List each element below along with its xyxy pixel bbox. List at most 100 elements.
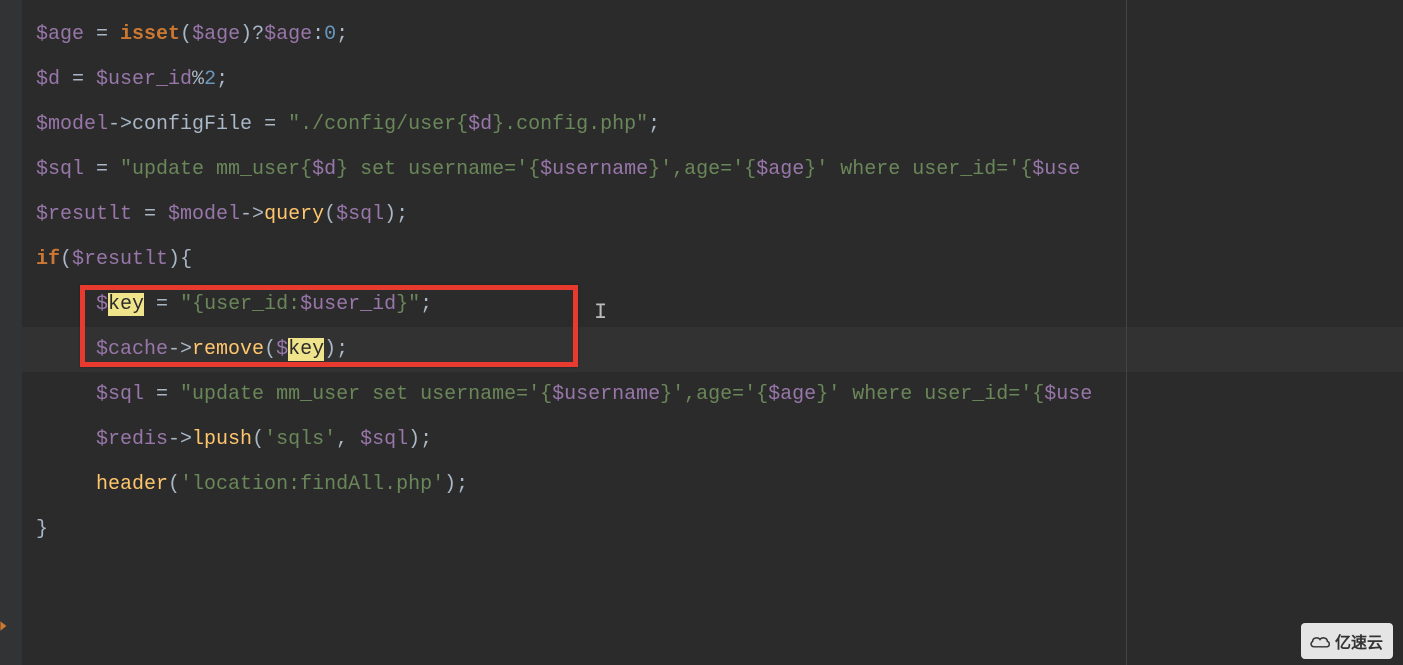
operator-token: ? <box>252 23 264 46</box>
comma-token: , <box>336 428 360 451</box>
operator-token: = <box>144 383 180 406</box>
paren-token: ) <box>408 428 420 451</box>
string-token: }.config.php" <box>492 113 648 136</box>
variable-token: $age <box>36 23 84 46</box>
variable-token: $age <box>756 158 804 181</box>
function-token: remove <box>192 338 264 361</box>
variable-token: $use <box>1032 158 1080 181</box>
arrow-token: -> <box>108 113 132 136</box>
highlighted-token: key <box>288 338 324 361</box>
semicolon-token: ; <box>648 113 660 136</box>
fold-arrow-icon[interactable] <box>0 619 11 633</box>
code-area[interactable]: $age = isset($age)?$age:0; $d = $user_id… <box>22 0 1403 665</box>
operator-token: = <box>60 68 96 91</box>
paren-token: ) <box>324 338 336 361</box>
watermark-text: 亿速云 <box>1335 635 1383 652</box>
function-token: query <box>264 203 324 226</box>
code-line[interactable]: $sql = "update mm_user set username='{$u… <box>22 372 1403 417</box>
variable-token: $cache <box>96 338 168 361</box>
keyword-token: if <box>36 248 60 271</box>
variable-token: $resutlt <box>72 248 168 271</box>
code-line-current[interactable]: $cache->remove($key); <box>22 327 1403 372</box>
variable-token: $sql <box>360 428 408 451</box>
number-token: 0 <box>324 23 336 46</box>
variable-token: $ <box>276 338 288 361</box>
variable-token: $ <box>96 293 108 316</box>
variable-token: $age <box>768 383 816 406</box>
code-line[interactable]: $model->configFile = "./config/user{$d}.… <box>22 102 1403 147</box>
cloud-icon <box>1309 634 1331 648</box>
string-token: }',age='{ <box>648 158 756 181</box>
variable-token: $username <box>540 158 648 181</box>
code-line[interactable]: $key = "{user_id:$user_id}"; I <box>22 282 1403 327</box>
operator-token: : <box>312 23 324 46</box>
variable-token: $d <box>36 68 60 91</box>
arrow-token: -> <box>168 428 192 451</box>
variable-token: $sql <box>36 158 84 181</box>
brace-token: } <box>36 518 48 541</box>
string-token: "update mm_user{ <box>120 158 312 181</box>
variable-token: $user_id <box>300 293 396 316</box>
code-editor[interactable]: $age = isset($age)?$age:0; $d = $user_id… <box>0 0 1403 665</box>
code-line[interactable]: if($resutlt){ <box>22 237 1403 282</box>
variable-token: $d <box>312 158 336 181</box>
string-token: }',age='{ <box>660 383 768 406</box>
code-line[interactable]: $resutlt = $model->query($sql); <box>22 192 1403 237</box>
semicolon-token: ; <box>456 473 468 496</box>
number-token: 2 <box>204 68 216 91</box>
arrow-token: -> <box>240 203 264 226</box>
semicolon-token: ; <box>396 203 408 226</box>
code-line[interactable]: $sql = "update mm_user{$d} set username=… <box>22 147 1403 192</box>
paren-token: ) <box>240 23 252 46</box>
operator-token: = <box>144 293 180 316</box>
string-token: "{user_id: <box>180 293 300 316</box>
arrow-token: -> <box>168 338 192 361</box>
indent <box>36 293 96 316</box>
paren-token: ( <box>168 473 180 496</box>
paren-token: ( <box>180 23 192 46</box>
string-token: "update mm_user set username='{ <box>180 383 552 406</box>
paren-token: ) <box>384 203 396 226</box>
string-token: }' where user_id='{ <box>816 383 1044 406</box>
variable-token: $d <box>468 113 492 136</box>
variable-token: $sql <box>336 203 384 226</box>
ruler-line <box>1126 0 1127 665</box>
keyword-token: isset <box>120 23 180 46</box>
paren-token: ) <box>444 473 456 496</box>
gutter <box>0 0 22 665</box>
indent <box>36 473 96 496</box>
watermark-badge: 亿速云 <box>1301 623 1393 659</box>
semicolon-token: ; <box>336 23 348 46</box>
code-line[interactable]: $redis->lpush('sqls', $sql); <box>22 417 1403 462</box>
variable-token: $model <box>36 113 108 136</box>
operator-token: = <box>84 158 120 181</box>
variable-token: $model <box>168 203 240 226</box>
variable-token: $use <box>1044 383 1092 406</box>
variable-token: $resutlt <box>36 203 132 226</box>
string-token: 'sqls' <box>264 428 336 451</box>
code-line[interactable]: $d = $user_id%2; <box>22 57 1403 102</box>
variable-token: $age <box>264 23 312 46</box>
paren-token: ) <box>168 248 180 271</box>
variable-token: $username <box>552 383 660 406</box>
semicolon-token: ; <box>420 293 432 316</box>
paren-token: ( <box>324 203 336 226</box>
text-caret-icon: I <box>594 290 595 320</box>
string-token: } set username='{ <box>336 158 540 181</box>
code-line[interactable]: $age = isset($age)?$age:0; <box>22 12 1403 57</box>
variable-token: $sql <box>96 383 144 406</box>
paren-token: ( <box>264 338 276 361</box>
paren-token: ( <box>60 248 72 271</box>
indent <box>36 338 96 361</box>
indent <box>36 428 96 451</box>
code-line[interactable]: } <box>22 507 1403 552</box>
string-token: }" <box>396 293 420 316</box>
operator-token: % <box>192 68 204 91</box>
code-line[interactable]: header('location:findAll.php'); <box>22 462 1403 507</box>
brace-token: { <box>180 248 192 271</box>
string-token: 'location:findAll.php' <box>180 473 444 496</box>
function-token: lpush <box>192 428 252 451</box>
operator-token: = <box>84 23 120 46</box>
operator-token: = <box>252 113 288 136</box>
highlighted-token: key <box>108 293 144 316</box>
